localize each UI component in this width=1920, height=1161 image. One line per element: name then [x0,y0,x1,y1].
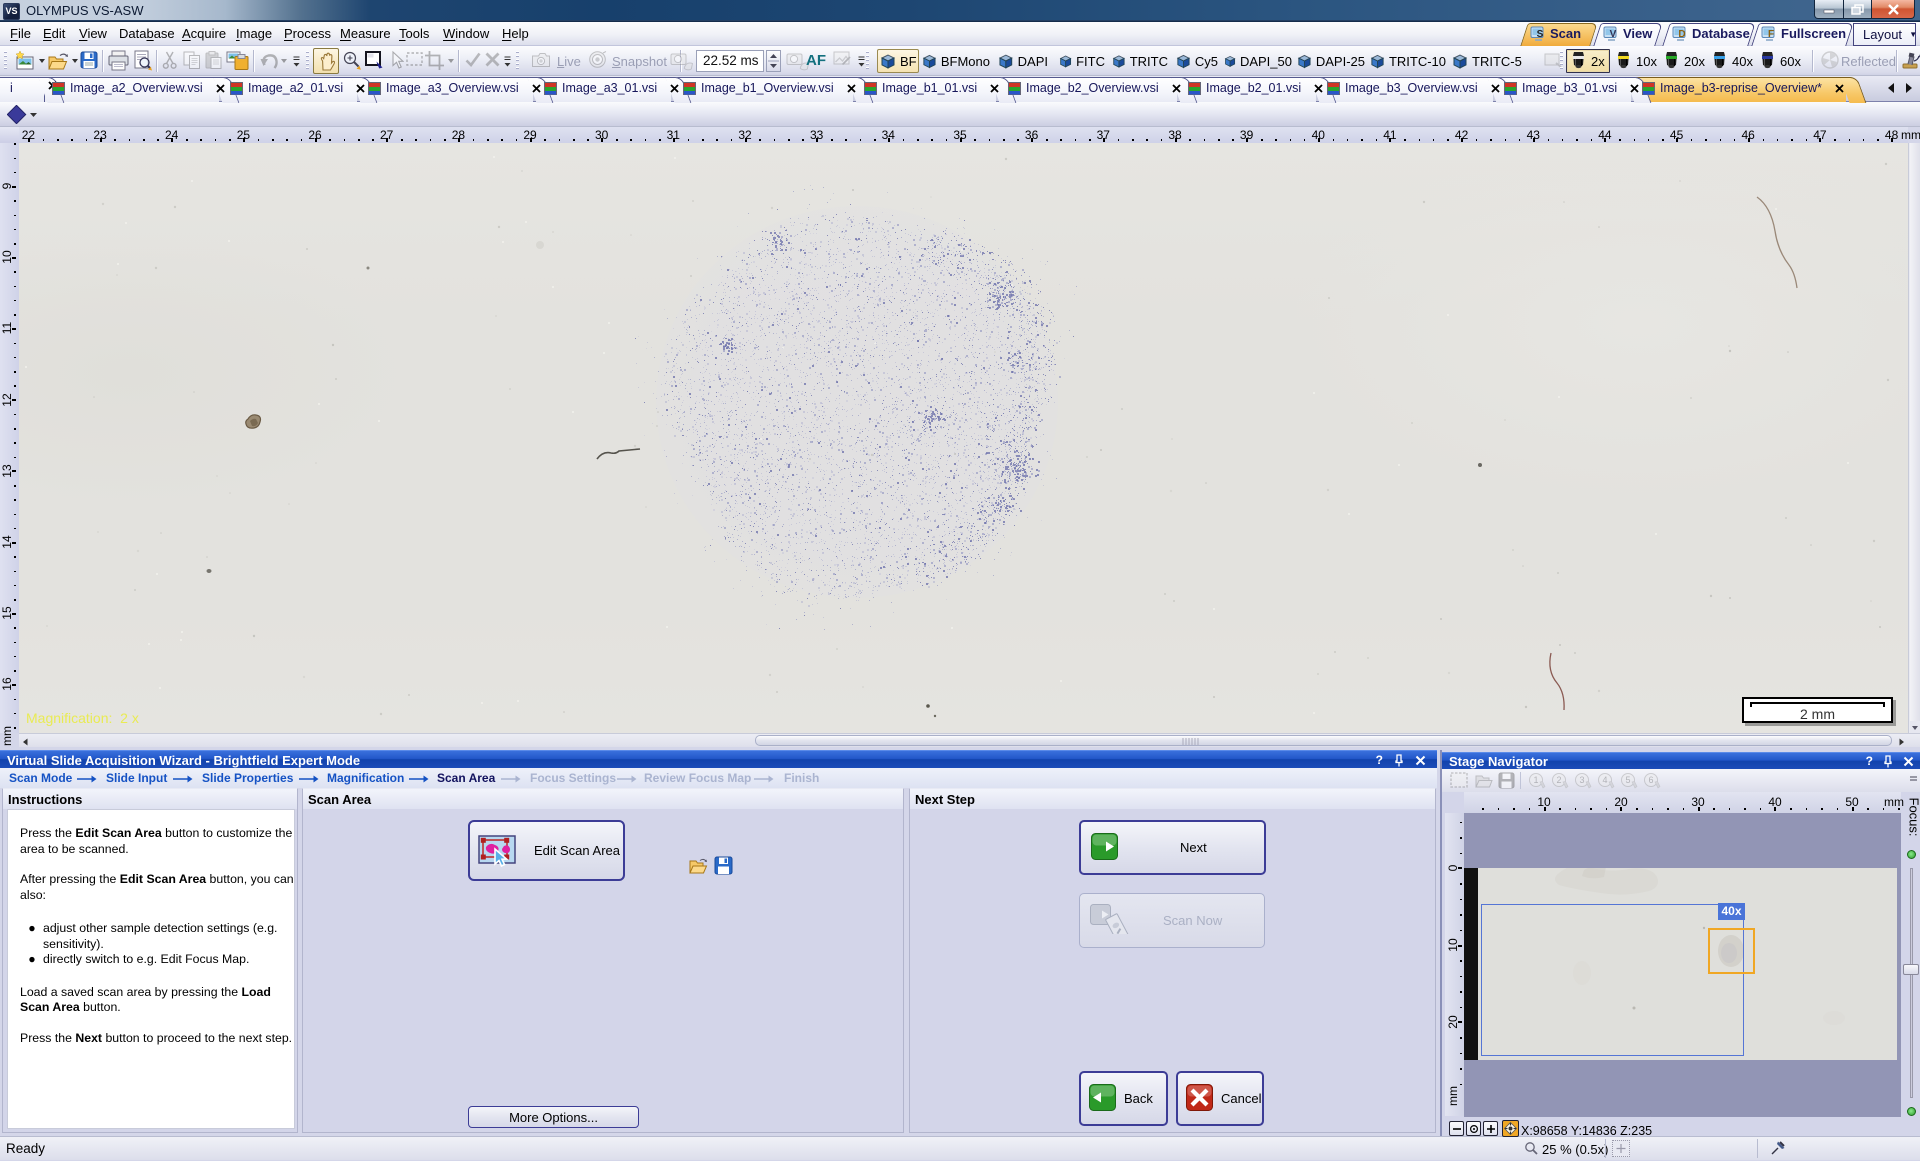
svg-text:1: 1 [1533,775,1538,785]
svg-text:2: 2 [1556,775,1561,785]
svg-text:F: F [1768,29,1774,40]
svg-text:6: 6 [1648,775,1653,785]
svg-text:4: 4 [1602,775,1607,785]
svg-text:3: 3 [1579,775,1584,785]
svg-text:V: V [1610,29,1617,40]
svg-text:5: 5 [1625,775,1630,785]
svg-text:S: S [1537,29,1544,40]
svg-text:D: D [1678,29,1685,40]
